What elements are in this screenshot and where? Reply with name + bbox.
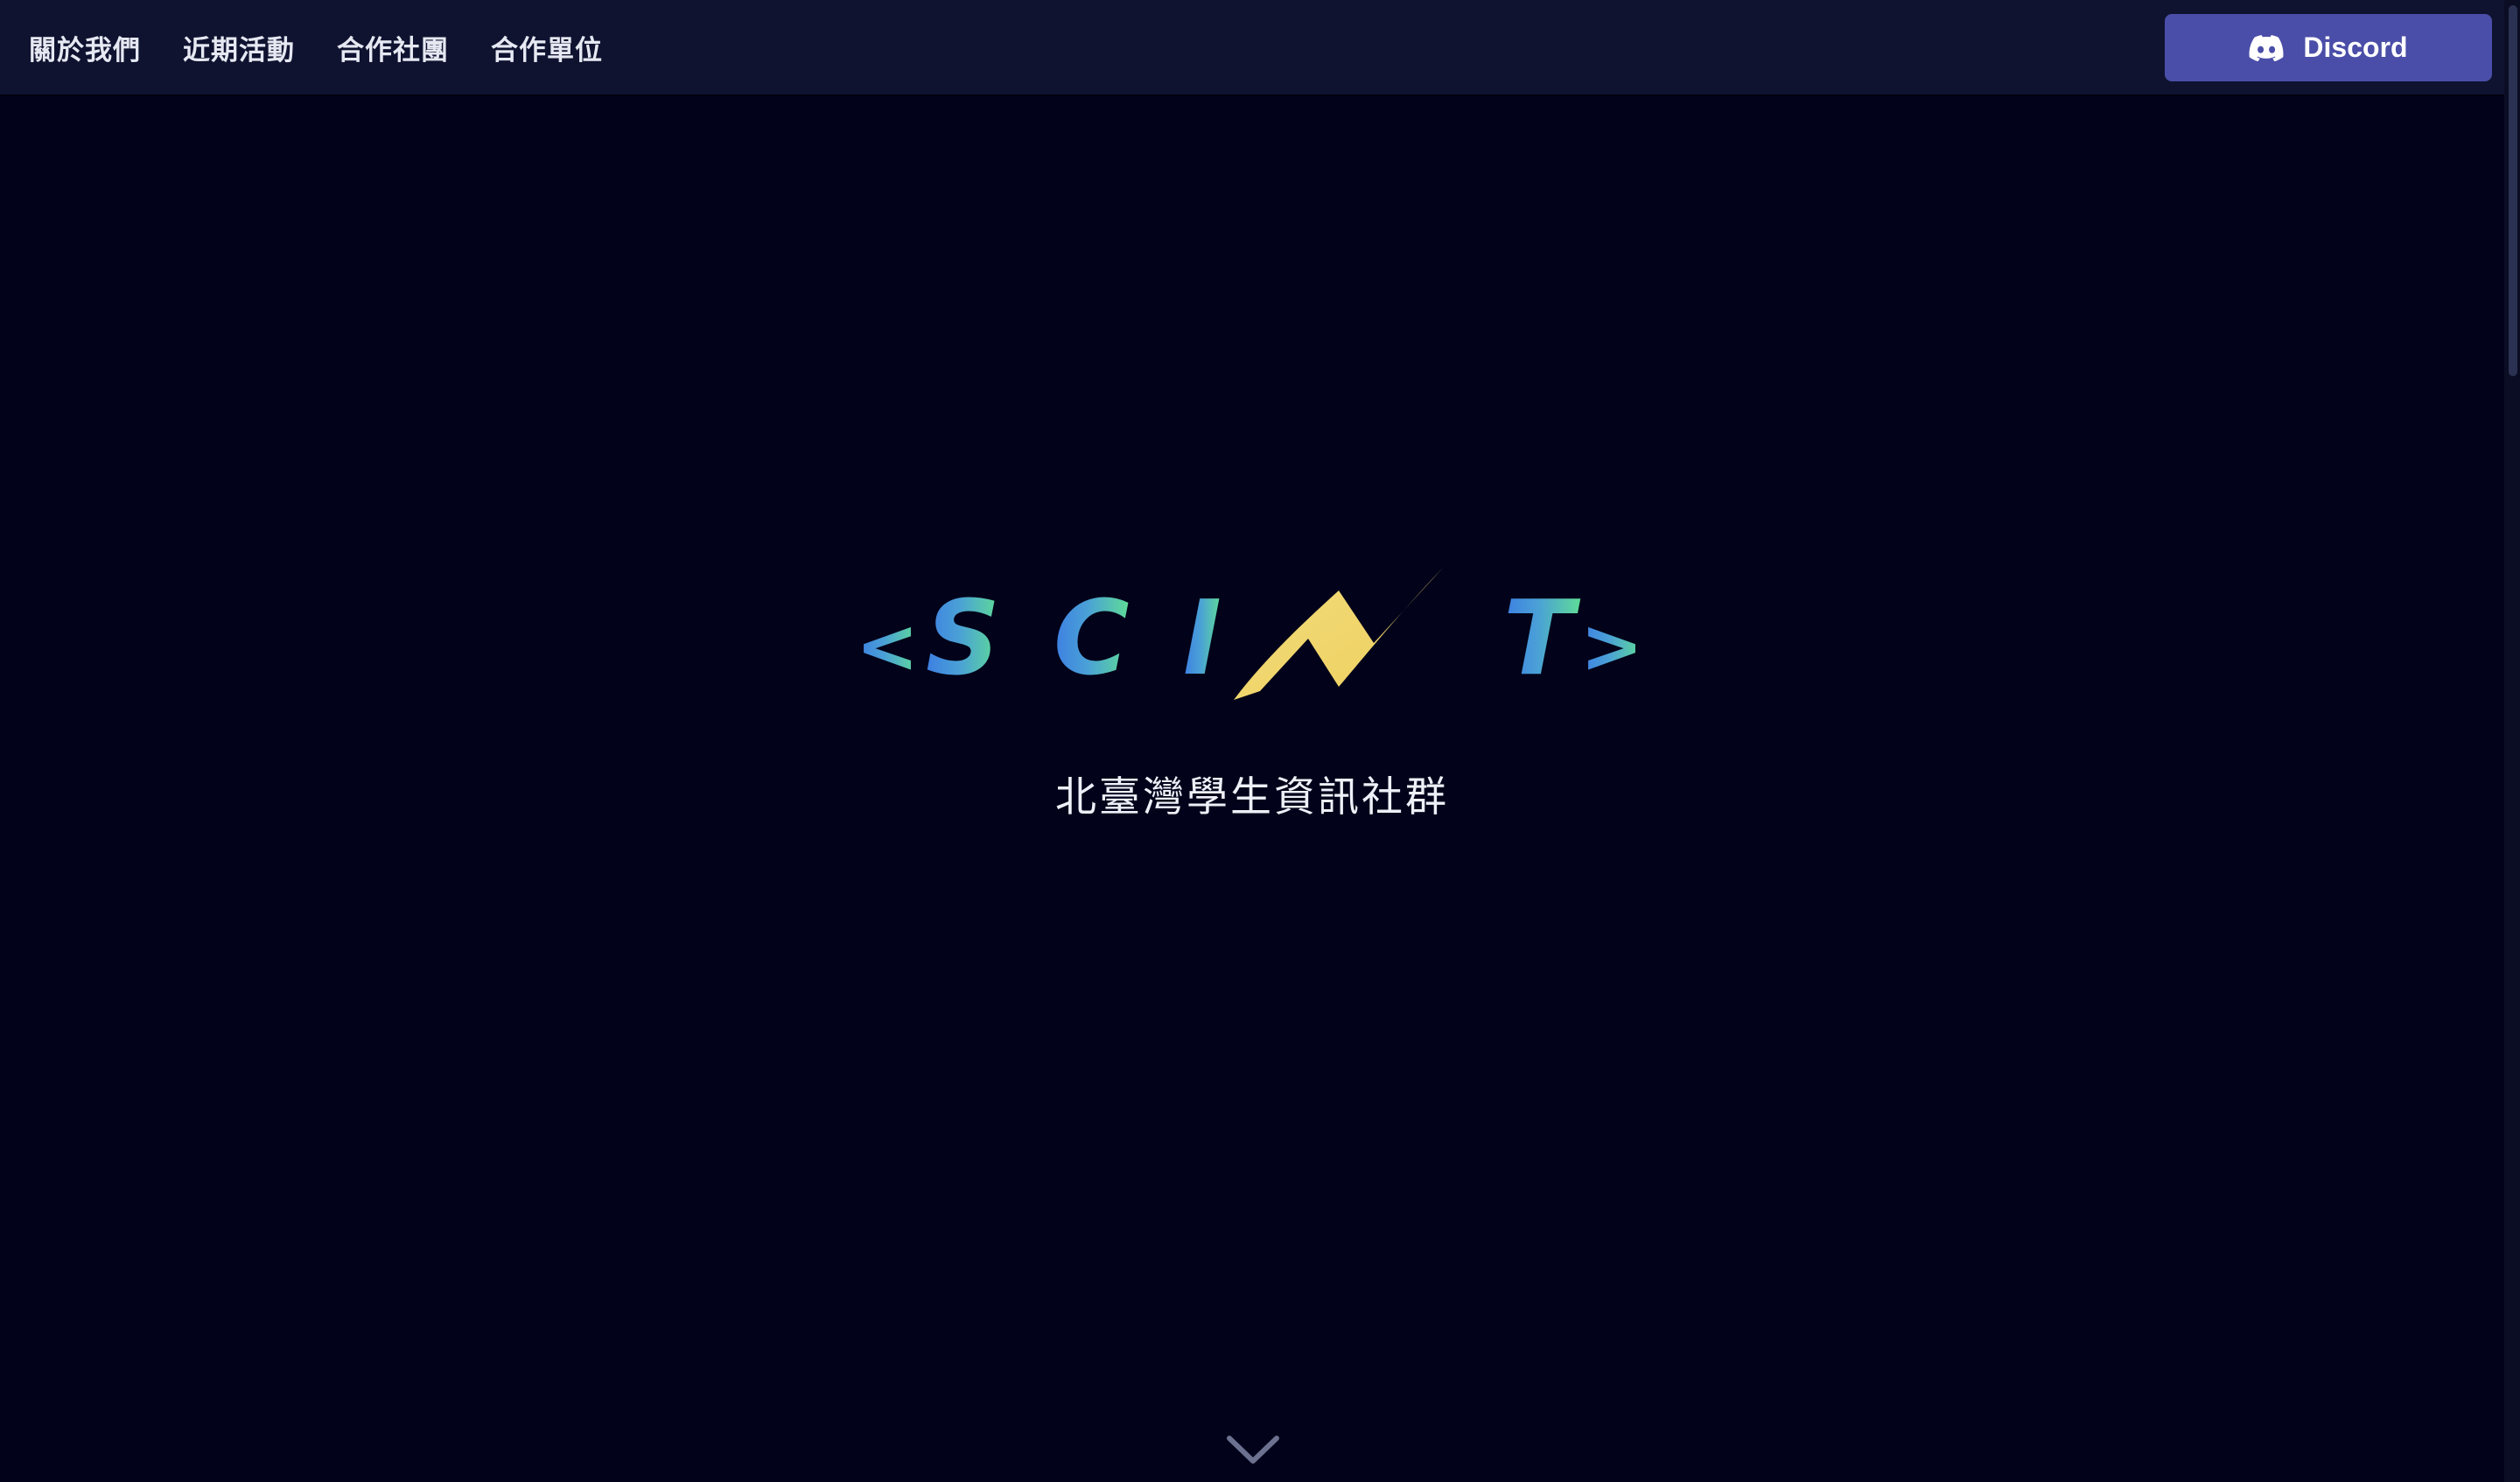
nav-links: 關於我們 近期活動 合作社團 合作單位 xyxy=(29,0,645,94)
chevron-down-icon[interactable] xyxy=(1224,1433,1282,1468)
hero-subtitle: 北臺灣學生資訊社群 xyxy=(1055,773,1449,821)
nav-item-clubs[interactable]: 合作社團 xyxy=(337,28,449,67)
scrollbar-thumb[interactable] xyxy=(2509,5,2517,376)
logo-letter-lt: < xyxy=(856,603,919,690)
scrollbar[interactable] xyxy=(2504,0,2520,1482)
page: 關於我們 近期活動 合作社團 合作單位 Discord < S C I T > … xyxy=(0,0,2520,1482)
navbar: 關於我們 近期活動 合作社團 合作單位 Discord xyxy=(0,0,2504,94)
lightning-bolt-icon xyxy=(1234,567,1444,700)
logo-letter-s: S xyxy=(926,577,1000,698)
discord-button[interactable]: Discord xyxy=(2165,14,2492,81)
nav-item-events[interactable]: 近期活動 xyxy=(183,28,295,67)
scit-logo: < S C I T > xyxy=(856,567,1643,700)
logo-letter-t: T xyxy=(1503,577,1581,698)
logo-letter-i: I xyxy=(1183,577,1222,698)
logo-letter-gt: > xyxy=(1580,603,1643,690)
nav-item-partners[interactable]: 合作單位 xyxy=(491,28,603,67)
logo-letter-c: C xyxy=(1054,577,1130,698)
discord-button-label: Discord xyxy=(2303,31,2408,63)
discord-icon xyxy=(2249,34,2284,61)
nav-item-about[interactable]: 關於我們 xyxy=(29,28,141,67)
